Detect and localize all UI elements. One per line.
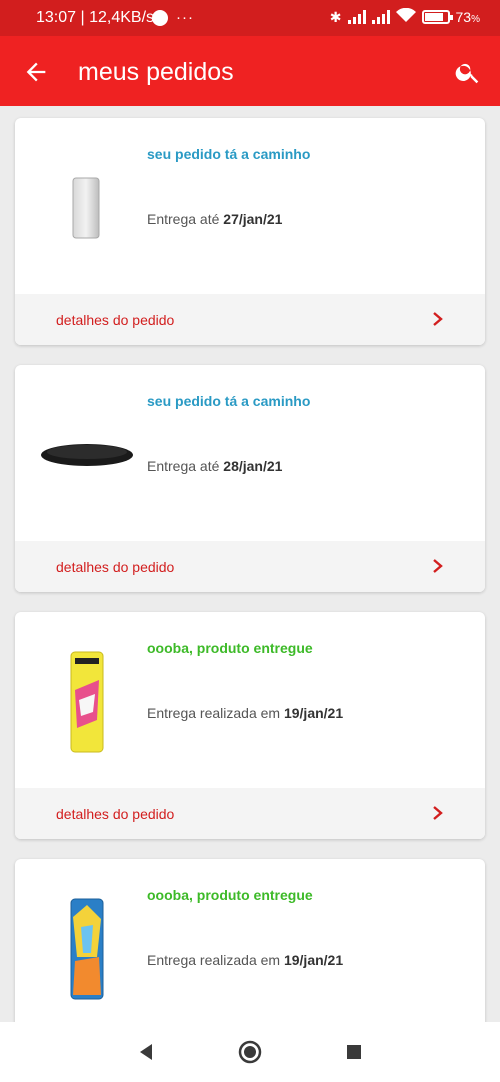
chevron-right-icon <box>433 806 443 820</box>
product-image-wireless-charger <box>37 395 137 515</box>
order-card: seu pedido tá a caminho Entrega até 27/j… <box>15 118 485 345</box>
order-details-label: detalhes do pedido <box>56 806 175 822</box>
wifi-icon <box>395 7 416 26</box>
product-image-blue-float <box>37 889 137 1009</box>
delivery-info: Entrega até 28/jan/21 <box>147 458 283 474</box>
search-icon[interactable] <box>454 58 482 86</box>
chevron-right-icon <box>433 559 443 573</box>
order-status: seu pedido tá a caminho <box>147 146 311 162</box>
home-circle-icon[interactable] <box>238 1040 262 1064</box>
order-card: oooba, produto entregue Entrega realizad… <box>15 859 485 1035</box>
signal-icon <box>347 10 366 24</box>
order-details-label: detalhes do pedido <box>56 312 175 328</box>
product-image-yellow-float <box>37 642 137 762</box>
delivery-date: 28/jan/21 <box>223 458 283 474</box>
bluetooth-icon: ✱ <box>329 8 342 25</box>
back-triangle-icon[interactable] <box>134 1040 158 1064</box>
battery-icon <box>421 10 453 24</box>
order-summary[interactable]: seu pedido tá a caminho Entrega até 27/j… <box>15 118 485 294</box>
status-time: 13:07 | 12,4KB/s <box>36 9 155 26</box>
order-card: seu pedido tá a caminho Entrega até 28/j… <box>15 365 485 592</box>
system-navigation-bar <box>0 1022 500 1082</box>
order-summary[interactable]: oooba, produto entregue Entrega realizad… <box>15 859 485 1035</box>
order-status: oooba, produto entregue <box>147 640 313 656</box>
order-list: seu pedido tá a caminho Entrega até 27/j… <box>15 118 485 1055</box>
arrow-left-icon[interactable] <box>22 58 50 86</box>
recents-square-icon[interactable] <box>342 1040 366 1064</box>
spotify-icon <box>152 10 168 26</box>
order-details-link[interactable]: detalhes do pedido <box>15 541 485 592</box>
status-bar: 13:07 | 12,4KB/s ··· ✱ 73% <box>0 0 500 36</box>
order-summary[interactable]: oooba, produto entregue Entrega realizad… <box>15 612 485 788</box>
delivery-info: Entrega realizada em 19/jan/21 <box>147 952 344 968</box>
product-image-powerbank <box>37 148 137 268</box>
order-details-link[interactable]: detalhes do pedido <box>15 788 485 839</box>
order-details-link[interactable]: detalhes do pedido <box>15 294 485 345</box>
delivery-date: 27/jan/21 <box>223 211 283 227</box>
order-status: seu pedido tá a caminho <box>147 393 311 409</box>
app-bar: meus pedidos <box>0 36 500 106</box>
delivery-date: 19/jan/21 <box>283 952 344 968</box>
order-summary[interactable]: seu pedido tá a caminho Entrega até 28/j… <box>15 365 485 541</box>
signal-icon-2 <box>371 10 390 24</box>
order-details-label: detalhes do pedido <box>56 559 175 575</box>
order-status: oooba, produto entregue <box>147 887 313 903</box>
battery-percent: 73% <box>455 9 480 25</box>
delivery-date: 19/jan/21 <box>283 705 344 721</box>
page-title: meus pedidos <box>78 58 234 86</box>
chevron-right-icon <box>433 312 443 326</box>
delivery-info: Entrega até 27/jan/21 <box>147 211 283 227</box>
delivery-info: Entrega realizada em 19/jan/21 <box>147 705 344 721</box>
more-notifications-icon: ··· <box>176 9 194 26</box>
order-card: oooba, produto entregue Entrega realizad… <box>15 612 485 839</box>
